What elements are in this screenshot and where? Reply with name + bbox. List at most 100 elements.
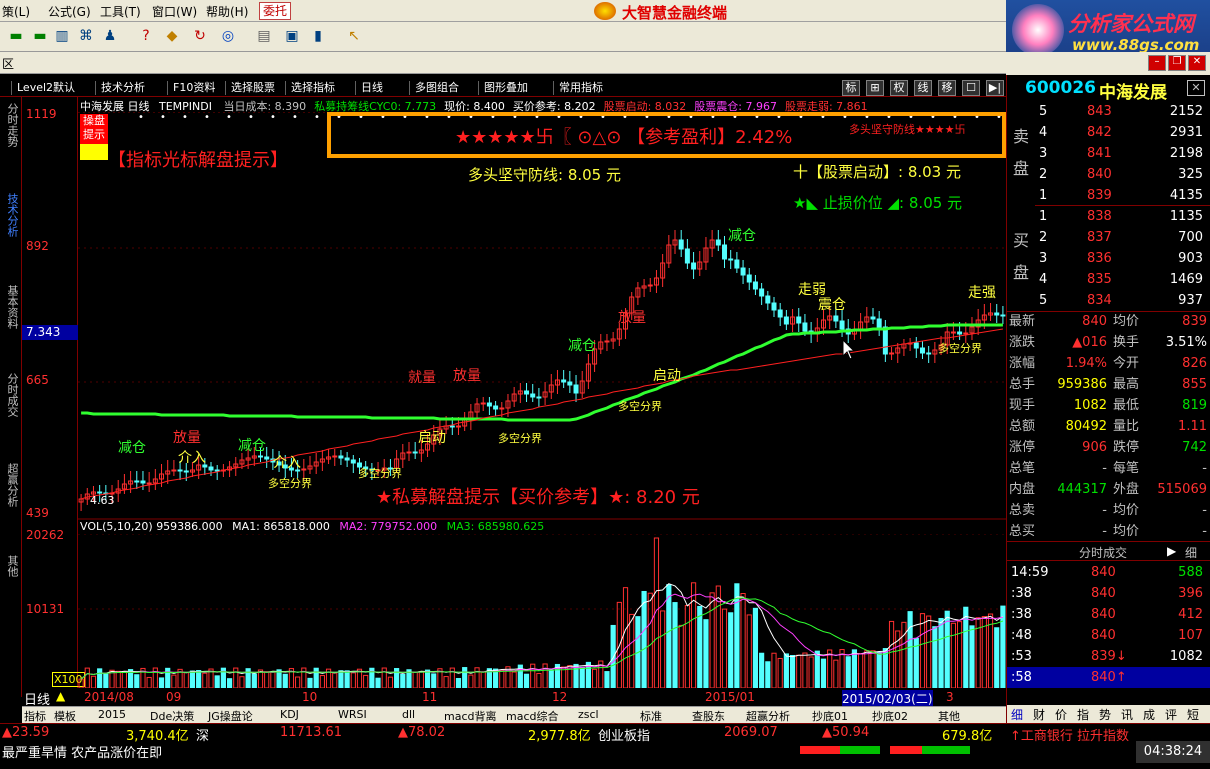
indicator-tab-2[interactable]: 2015 — [98, 708, 126, 721]
indicator-tab-10[interactable]: zscl — [578, 708, 599, 721]
left-tab-2[interactable]: 基本资料 — [3, 285, 19, 329]
view-tab-8[interactable]: 常用指标 — [556, 80, 606, 96]
people-icon[interactable]: ♟ — [100, 27, 120, 45]
chart-tool-button-5[interactable]: ☐ — [962, 80, 980, 96]
left-tab-1[interactable]: 技术分析 — [3, 193, 19, 237]
diamond-icon[interactable]: ◆ — [162, 27, 182, 45]
buy-row-1[interactable]: 1 838 1135 — [1037, 206, 1207, 227]
indicator-tab-13[interactable]: 超赢分析 — [746, 708, 790, 724]
menu-strategy[interactable]: 策(L) — [2, 3, 30, 20]
view-tab-1[interactable]: 技术分析 — [98, 80, 148, 96]
menu-formula[interactable]: 公式(G) — [48, 3, 91, 20]
view-tab-3[interactable]: 选择股票 — [228, 80, 278, 96]
tick-row[interactable]: :53 839↓ 1082 — [1007, 646, 1210, 667]
panel-tab-6[interactable]: 成 — [1143, 706, 1155, 723]
view-tab-4[interactable]: 选择指标 — [288, 80, 338, 96]
panel-close-icon[interactable]: ✕ — [1187, 80, 1205, 96]
view-tab-6[interactable]: 多图组合 — [412, 80, 462, 96]
left-tab-5[interactable]: 其他 — [3, 555, 19, 577]
indicator-tab-0[interactable]: 指标 — [24, 708, 46, 724]
ticks-next-icon[interactable]: ▶ — [1167, 544, 1176, 558]
indicator-tab-14[interactable]: 抄底01 — [812, 708, 848, 724]
menu-window[interactable]: 窗口(W) — [152, 3, 197, 20]
menu-tools[interactable]: 工具(T) — [100, 3, 141, 20]
chart-tool-button-0[interactable]: 标 — [842, 80, 860, 96]
pointer-help-icon[interactable]: ↖ — [344, 27, 364, 45]
panel-tab-3[interactable]: 指 — [1077, 706, 1089, 723]
tick-row[interactable]: 14:59 840 588 — [1007, 562, 1210, 583]
view-tab-2[interactable]: F10资料 — [170, 80, 218, 96]
flag-icon[interactable]: ▬ — [6, 27, 26, 45]
minimize-icon[interactable]: – — [1148, 55, 1166, 71]
indicator-tab-9[interactable]: macd综合 — [506, 708, 559, 724]
buy-row-4[interactable]: 4 835 1469 — [1037, 269, 1207, 290]
indicator-tab-3[interactable]: Dde决策 — [150, 708, 194, 724]
tick-row[interactable]: :48 840 107 — [1007, 625, 1210, 646]
volume-bar — [431, 673, 437, 688]
chart-tool-button-4[interactable]: 移 — [938, 80, 956, 96]
sell-row-5[interactable]: 5 843 2152 — [1037, 101, 1207, 122]
flag2-icon[interactable]: ▬ — [30, 27, 50, 45]
indicator-tab-8[interactable]: macd背离 — [444, 708, 497, 724]
order-button[interactable]: 委托 — [259, 2, 291, 20]
buy-row-5[interactable]: 5 834 937 — [1037, 290, 1207, 311]
view-tab-5[interactable]: 日线 — [358, 80, 386, 96]
chart-tool-button-6[interactable]: ▶| — [986, 80, 1004, 96]
price-axis: 1119 892 665 439 7.343 20262 10131 X100 — [22, 97, 85, 697]
ticks-detail-button[interactable]: 细 — [1185, 544, 1197, 561]
chart-tool-button-3[interactable]: 线 — [914, 80, 932, 96]
panel-tab-4[interactable]: 势 — [1099, 706, 1111, 723]
close-icon[interactable]: ✕ — [1188, 55, 1206, 71]
cursor-badge[interactable]: 操盘提示 — [80, 114, 108, 144]
tick-row[interactable]: :38 840 412 — [1007, 604, 1210, 625]
print-icon[interactable]: ▤ — [254, 27, 274, 45]
menu-help[interactable]: 帮助(H) — [206, 3, 248, 20]
indicator-tab-11[interactable]: 标准 — [640, 708, 662, 724]
buy-row-3[interactable]: 3 836 903 — [1037, 248, 1207, 269]
news-ticker[interactable]: 最严重旱情 农产品涨价在即 — [2, 742, 162, 761]
indicator-field-6: 股票走弱: 7.861 — [784, 100, 868, 112]
left-tab-4[interactable]: 超赢分析 — [3, 463, 19, 507]
indicator-tab-16[interactable]: 其他 — [938, 708, 960, 724]
buy-row-2[interactable]: 2 837 700 — [1037, 227, 1207, 248]
window-icon[interactable]: ▣ — [282, 27, 302, 45]
indicator-tab-7[interactable]: dll — [402, 708, 415, 721]
sell-row-2[interactable]: 2 840 325 — [1037, 164, 1207, 185]
sell-volume: 4135 — [1169, 188, 1203, 203]
indicator-tab-15[interactable]: 抄底02 — [872, 708, 908, 724]
tick-row[interactable]: :38 840 396 — [1007, 583, 1210, 604]
restore-icon[interactable]: ❐ — [1168, 55, 1186, 71]
panel-tab-2[interactable]: 价 — [1055, 706, 1067, 723]
globe-icon[interactable]: ◎ — [218, 27, 238, 45]
sell-row-4[interactable]: 4 842 2931 — [1037, 122, 1207, 143]
volume-chart[interactable] — [78, 534, 1006, 688]
indicator-tab-12[interactable]: 查股东 — [692, 708, 725, 724]
view-tab-0[interactable]: Level2默认 — [14, 80, 78, 96]
sell-row-1[interactable]: 1 839 4135 — [1037, 185, 1207, 206]
indicator-tab-6[interactable]: WRSI — [338, 708, 367, 721]
indicator-tab-1[interactable]: 模板 — [54, 708, 76, 724]
refresh-icon[interactable]: ↻ — [190, 27, 210, 45]
bars-icon[interactable]: ▮ — [308, 27, 328, 45]
candle-body — [412, 451, 418, 454]
tick-row[interactable]: :58 840↑ — [1007, 667, 1210, 688]
indicator-tab-5[interactable]: KDJ — [280, 708, 299, 721]
volume-bar — [313, 667, 319, 688]
chart-tool-button-2[interactable]: 权 — [890, 80, 908, 96]
panel-tab-1[interactable]: 财 — [1033, 706, 1045, 723]
period-arrow-icon[interactable]: ▲ — [56, 689, 65, 703]
chart-tool-button-1[interactable]: ⊞ — [866, 80, 884, 96]
left-tab-3[interactable]: 分时成交 — [3, 373, 19, 417]
panel-tab-0[interactable]: 细 — [1011, 706, 1023, 723]
view-tab-7[interactable]: 图形叠加 — [481, 80, 531, 96]
binoculars-icon[interactable]: ⌘ — [76, 27, 96, 45]
panel-tab-5[interactable]: 讯 — [1121, 706, 1133, 723]
help-icon[interactable]: ? — [136, 27, 156, 45]
left-tab-0[interactable]: 分时走势 — [3, 103, 19, 147]
panel-tab-8[interactable]: 短 — [1187, 706, 1199, 723]
indicator-tab-4[interactable]: JG操盘论 — [208, 708, 253, 724]
chart-icon[interactable]: ▥ — [52, 27, 72, 45]
stat-key: 量比 — [1113, 419, 1140, 434]
sell-row-3[interactable]: 3 841 2198 — [1037, 143, 1207, 164]
panel-tab-7[interactable]: 评 — [1165, 706, 1177, 723]
